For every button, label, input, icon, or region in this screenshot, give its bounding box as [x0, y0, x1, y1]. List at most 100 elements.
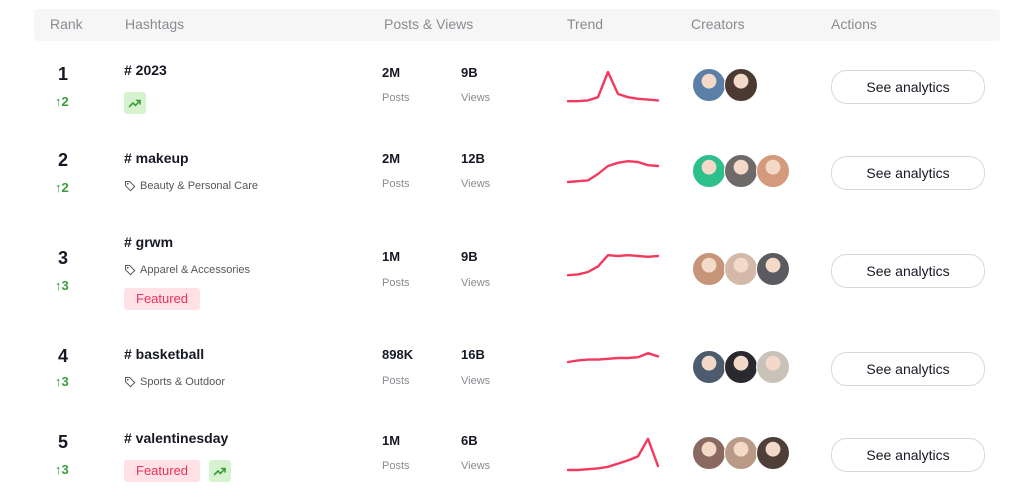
avatar[interactable]	[692, 436, 726, 470]
hashtag-name[interactable]: # valentinesday	[124, 430, 228, 446]
avatar[interactable]	[724, 350, 758, 384]
hashtag-name[interactable]: # grwm	[124, 234, 173, 250]
views-count: 12B	[461, 151, 485, 166]
avatar[interactable]	[756, 154, 790, 188]
views-label: Views	[461, 178, 491, 190]
rank-change-value: 3	[61, 462, 69, 477]
views-count: 9B	[461, 249, 478, 264]
rank-change-value: 2	[61, 94, 69, 109]
rank-number: 5	[58, 432, 69, 452]
rank-change-value: 3	[61, 278, 69, 293]
see-analytics-button[interactable]: See analytics	[831, 254, 985, 288]
hashtag-category: Sports & Outdoor	[124, 376, 225, 388]
views-count: 6B	[461, 433, 478, 448]
avatar[interactable]	[692, 68, 726, 102]
rank-change-value: 3	[61, 374, 69, 389]
trend-line	[566, 254, 660, 277]
avatar[interactable]	[756, 436, 790, 470]
posts-count: 2M	[382, 65, 401, 80]
rank-number: 3	[58, 248, 69, 268]
trend-sparkline	[566, 254, 660, 277]
avatar[interactable]	[692, 154, 726, 188]
avatar[interactable]	[724, 436, 758, 470]
category-label: Sports & Outdoor	[140, 376, 225, 388]
posts-count: 2M	[382, 151, 401, 166]
posts-label: Posts	[382, 178, 410, 190]
creator-avatars	[692, 252, 790, 286]
rank-number: 4	[58, 346, 69, 366]
featured-badge: Featured	[124, 288, 201, 310]
rank-number: 1	[58, 64, 69, 84]
see-analytics-button[interactable]: See analytics	[831, 70, 985, 104]
trend-sparkline	[566, 437, 660, 472]
trending-up-icon	[128, 96, 142, 110]
rank-change: ↑3	[55, 462, 69, 477]
avatar[interactable]	[724, 68, 758, 102]
table-row: 3 ↑3 # grwm Apparel & Accessories Featured 1M…	[0, 228, 1024, 310]
rank-change-value: 2	[61, 180, 69, 195]
table-header: Rank Hashtags Posts & Views Trend Creato…	[34, 9, 1000, 41]
table-row: 2 ↑2 # makeup Beauty & Personal Care 2M Posts…	[0, 140, 1024, 220]
posts-label: Posts	[382, 92, 410, 104]
avatar[interactable]	[692, 350, 726, 384]
table-row: 1 ↑2 # 2023 2M Posts 9B Views See analytics	[0, 52, 1024, 132]
posts-count: 898K	[382, 347, 414, 362]
header-rank: Rank	[50, 16, 83, 32]
trend-line	[566, 437, 660, 472]
category-label: Apparel & Accessories	[140, 264, 251, 276]
creator-avatars	[692, 436, 790, 470]
featured-badge: Featured	[124, 460, 201, 482]
creator-avatars	[692, 350, 790, 384]
see-analytics-button[interactable]: See analytics	[831, 438, 985, 472]
header-trend: Trend	[567, 16, 604, 32]
trending-badge	[209, 460, 231, 482]
trending-up-icon	[213, 464, 227, 478]
tag-icon	[124, 376, 136, 388]
hashtag-category: Apparel & Accessories	[124, 264, 250, 276]
header-hashtags: Hashtags	[125, 16, 185, 32]
rank-change: ↑2	[55, 94, 69, 109]
trend-line	[566, 160, 660, 184]
avatar[interactable]	[692, 252, 726, 286]
views-count: 9B	[461, 65, 478, 80]
header-actions: Actions	[831, 16, 877, 32]
creator-avatars	[692, 68, 758, 102]
rank-number: 2	[58, 150, 69, 170]
trend-sparkline	[566, 160, 660, 184]
avatar[interactable]	[756, 252, 790, 286]
hashtag-name[interactable]: # basketball	[124, 346, 204, 362]
header-posts-views: Posts & Views	[384, 16, 474, 32]
posts-label: Posts	[382, 277, 410, 289]
views-count: 16B	[461, 347, 485, 362]
posts-count: 1M	[382, 433, 401, 448]
trending-badge	[124, 92, 146, 114]
hashtag-category: Beauty & Personal Care	[124, 180, 258, 192]
table-row: 5 ↑3 # valentinesday Featured 1M Posts 6B Views…	[0, 420, 1024, 500]
avatar[interactable]	[724, 154, 758, 188]
views-label: Views	[461, 92, 491, 104]
avatar[interactable]	[756, 350, 790, 384]
see-analytics-button[interactable]: See analytics	[831, 156, 985, 190]
trend-sparkline	[566, 70, 660, 103]
table-row: 4 ↑3 # basketball Sports & Outdoor 898K Posts…	[0, 326, 1024, 406]
views-label: Views	[461, 277, 491, 289]
avatar[interactable]	[724, 252, 758, 286]
hashtag-name[interactable]: # makeup	[124, 150, 189, 166]
tag-icon	[124, 264, 136, 276]
posts-label: Posts	[382, 375, 410, 387]
posts-count: 1M	[382, 249, 401, 264]
header-creators: Creators	[691, 16, 745, 32]
tag-icon	[124, 180, 136, 192]
posts-label: Posts	[382, 460, 410, 472]
trend-sparkline	[566, 352, 660, 364]
views-label: Views	[461, 460, 491, 472]
trend-line	[566, 70, 660, 103]
see-analytics-button[interactable]: See analytics	[831, 352, 985, 386]
rank-change: ↑3	[55, 374, 69, 389]
views-label: Views	[461, 375, 491, 387]
rank-change: ↑2	[55, 180, 69, 195]
creator-avatars	[692, 154, 790, 188]
rank-change: ↑3	[55, 278, 69, 293]
hashtag-name[interactable]: # 2023	[124, 62, 167, 78]
trend-line	[566, 352, 660, 364]
